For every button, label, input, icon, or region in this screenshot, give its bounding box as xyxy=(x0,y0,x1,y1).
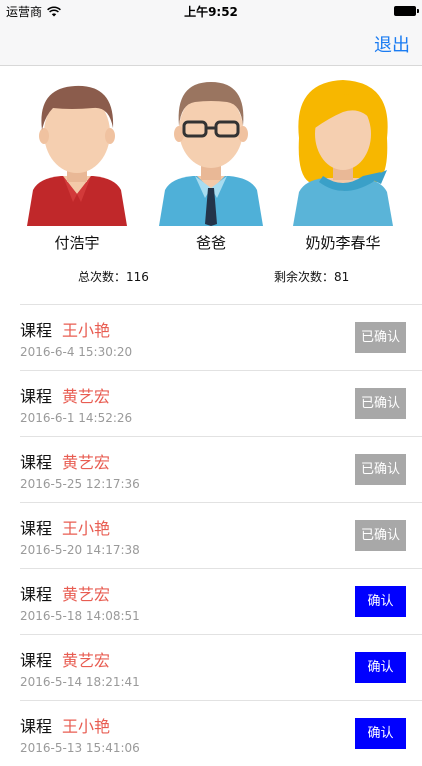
profile-name: 付浩宇 xyxy=(54,234,100,252)
teacher-name: 黄艺宏 xyxy=(62,453,111,472)
remaining-count-value: 81 xyxy=(334,270,350,284)
record-time: 2016-5-20 14:17:38 xyxy=(20,543,140,557)
status-time: 上午9:52 xyxy=(184,5,238,19)
confirmed-button[interactable]: 已确认 xyxy=(355,322,406,353)
teacher-name: 王小艳 xyxy=(62,321,111,340)
profile-list: 付浩宇 爸爸 奶奶李春华 xyxy=(0,78,422,258)
list-item: 课程 黄艺宏 2016-6-1 14:52:26 已确认 xyxy=(20,370,422,436)
record-list: 课程 王小艳 2016-6-4 15:30:20 已确认 课程 黄艺宏 2016… xyxy=(0,304,422,766)
teacher-name: 黄艺宏 xyxy=(62,651,111,670)
record-time: 2016-5-14 18:21:41 xyxy=(20,675,140,689)
course-label: 课程 xyxy=(20,321,53,340)
list-item: 课程 黄艺宏 2016-5-25 12:17:36 已确认 xyxy=(20,436,422,502)
record-time: 2016-6-1 14:52:26 xyxy=(20,411,133,425)
battery-icon xyxy=(394,6,419,16)
course-label: 课程 xyxy=(20,387,53,406)
record-time: 2016-6-4 15:30:20 xyxy=(20,345,133,359)
status-bar: 运营商 上午9:52 xyxy=(0,0,422,22)
record-time: 2016-5-18 14:08:51 xyxy=(20,609,140,623)
remaining-count: 剩余次数：81 xyxy=(274,268,349,285)
list-item: 课程 黄艺宏 2016-5-14 18:21:41 确认 xyxy=(20,634,422,700)
profile-name: 爸爸 xyxy=(195,234,226,252)
total-count-label: 总次数： xyxy=(78,270,127,284)
list-item: 课程 王小艳 2016-5-20 14:17:38 已确认 xyxy=(20,502,422,568)
list-item: 课程 王小艳 2016-5-13 15:41:06 确认 xyxy=(20,700,422,766)
teacher-name: 黄艺宏 xyxy=(62,387,111,406)
grandmother-avatar-icon xyxy=(293,80,393,226)
confirmed-button[interactable]: 已确认 xyxy=(355,388,406,419)
profile-name: 奶奶李春华 xyxy=(305,234,381,252)
course-label: 课程 xyxy=(20,717,53,736)
boy-avatar-icon xyxy=(27,85,127,226)
confirmed-button[interactable]: 已确认 xyxy=(355,520,406,551)
profile-grandmother[interactable]: 奶奶李春华 xyxy=(283,78,403,253)
logout-button[interactable]: 退出 xyxy=(374,31,410,57)
teacher-name: 黄艺宏 xyxy=(62,585,111,604)
profile-father[interactable]: 爸爸 xyxy=(151,78,271,253)
record-time: 2016-5-25 12:17:36 xyxy=(20,477,140,491)
course-label: 课程 xyxy=(20,519,53,538)
confirmed-button[interactable]: 已确认 xyxy=(355,454,406,485)
remaining-count-label: 剩余次数： xyxy=(274,270,335,284)
nav-bar: 退出 xyxy=(0,22,422,66)
course-label: 课程 xyxy=(20,651,53,670)
list-item: 课程 王小艳 2016-6-4 15:30:20 已确认 xyxy=(20,304,422,370)
course-label: 课程 xyxy=(20,585,53,604)
record-time: 2016-5-13 15:41:06 xyxy=(20,741,140,755)
confirm-button[interactable]: 确认 xyxy=(355,718,406,749)
father-avatar-icon xyxy=(159,82,263,226)
confirm-button[interactable]: 确认 xyxy=(355,652,406,683)
confirm-button[interactable]: 确认 xyxy=(355,586,406,617)
list-item: 课程 黄艺宏 2016-5-18 14:08:51 确认 xyxy=(20,568,422,634)
teacher-name: 王小艳 xyxy=(62,717,111,736)
total-count-value: 116 xyxy=(126,270,149,284)
profile-boy[interactable]: 付浩宇 xyxy=(17,78,137,253)
course-label: 课程 xyxy=(20,453,53,472)
teacher-name: 王小艳 xyxy=(62,519,111,538)
total-count: 总次数：116 xyxy=(78,268,149,285)
